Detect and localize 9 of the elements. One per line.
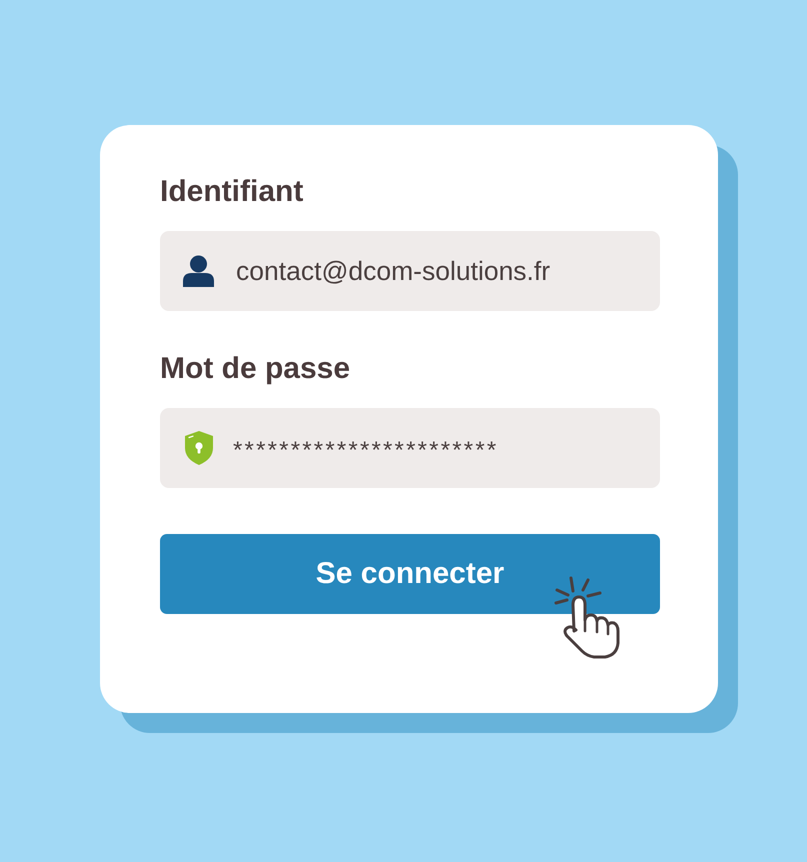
shield-lock-icon — [185, 431, 213, 465]
field-label: Mot de passe — [160, 351, 350, 387]
user-icon — [183, 255, 214, 287]
sign-in-button[interactable]: Se connecter — [160, 534, 660, 614]
field-value: contact@dcom-solutions.fr — [236, 255, 550, 287]
password-field[interactable]: *********************** — [160, 408, 660, 488]
field-label: Identifiant — [160, 174, 304, 210]
username-field[interactable]: contact@dcom-solutions.fr — [160, 231, 660, 311]
field-value: *********************** — [233, 436, 498, 466]
